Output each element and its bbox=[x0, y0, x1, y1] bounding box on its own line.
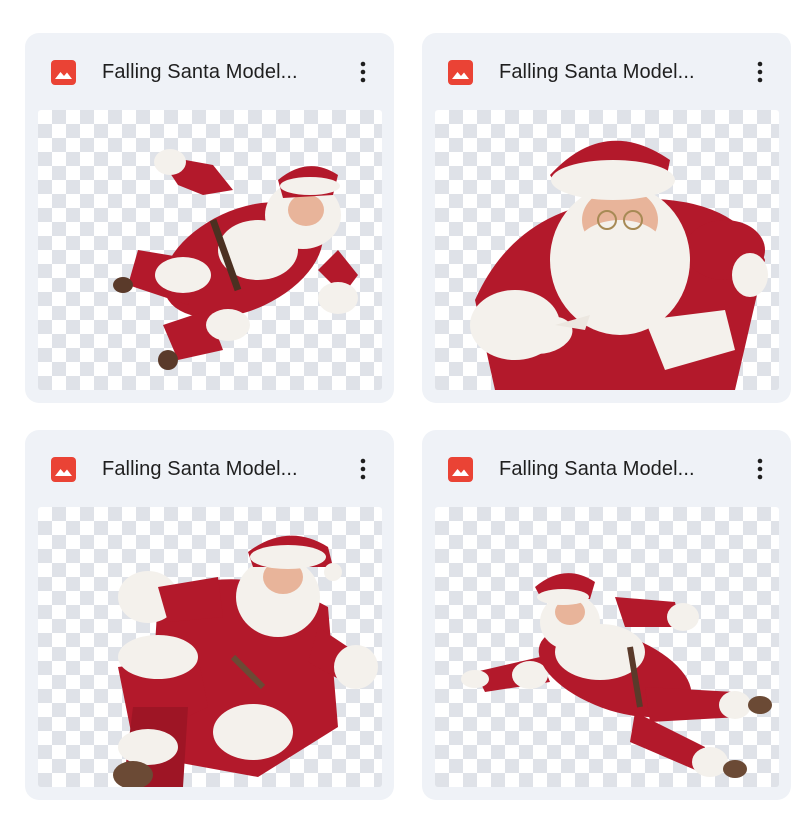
file-card[interactable]: Falling Santa Model... bbox=[422, 430, 791, 800]
file-grid: Falling Santa Model... Falling Santa Mod… bbox=[0, 0, 812, 832]
more-vert-icon bbox=[757, 61, 763, 83]
file-card[interactable]: Falling Santa Model... bbox=[422, 33, 791, 403]
file-title[interactable]: Falling Santa Model... bbox=[102, 456, 342, 482]
more-options-button[interactable] bbox=[744, 55, 776, 89]
more-vert-icon bbox=[360, 458, 366, 480]
image-thumbnail[interactable] bbox=[435, 110, 779, 390]
file-card[interactable]: Falling Santa Model... bbox=[25, 33, 394, 403]
image-icon bbox=[448, 60, 473, 85]
more-vert-icon bbox=[757, 458, 763, 480]
santa-image bbox=[113, 149, 358, 370]
file-card-header: Falling Santa Model... bbox=[25, 430, 394, 506]
more-options-button[interactable] bbox=[347, 55, 379, 89]
image-icon bbox=[51, 457, 76, 482]
image-thumbnail[interactable] bbox=[38, 507, 382, 787]
image-icon bbox=[448, 457, 473, 482]
file-card[interactable]: Falling Santa Model... bbox=[25, 430, 394, 800]
santa-image bbox=[461, 573, 772, 778]
image-icon bbox=[51, 60, 76, 85]
file-card-header: Falling Santa Model... bbox=[422, 430, 791, 506]
image-thumbnail[interactable] bbox=[38, 110, 382, 390]
more-options-button[interactable] bbox=[744, 452, 776, 486]
file-title[interactable]: Falling Santa Model... bbox=[499, 456, 739, 482]
santa-image bbox=[470, 140, 768, 390]
file-card-header: Falling Santa Model... bbox=[25, 33, 394, 109]
file-card-header: Falling Santa Model... bbox=[422, 33, 791, 109]
file-title[interactable]: Falling Santa Model... bbox=[499, 59, 739, 85]
image-thumbnail[interactable] bbox=[435, 507, 779, 787]
more-vert-icon bbox=[360, 61, 366, 83]
file-title[interactable]: Falling Santa Model... bbox=[102, 59, 342, 85]
santa-image bbox=[113, 535, 378, 787]
more-options-button[interactable] bbox=[347, 452, 379, 486]
